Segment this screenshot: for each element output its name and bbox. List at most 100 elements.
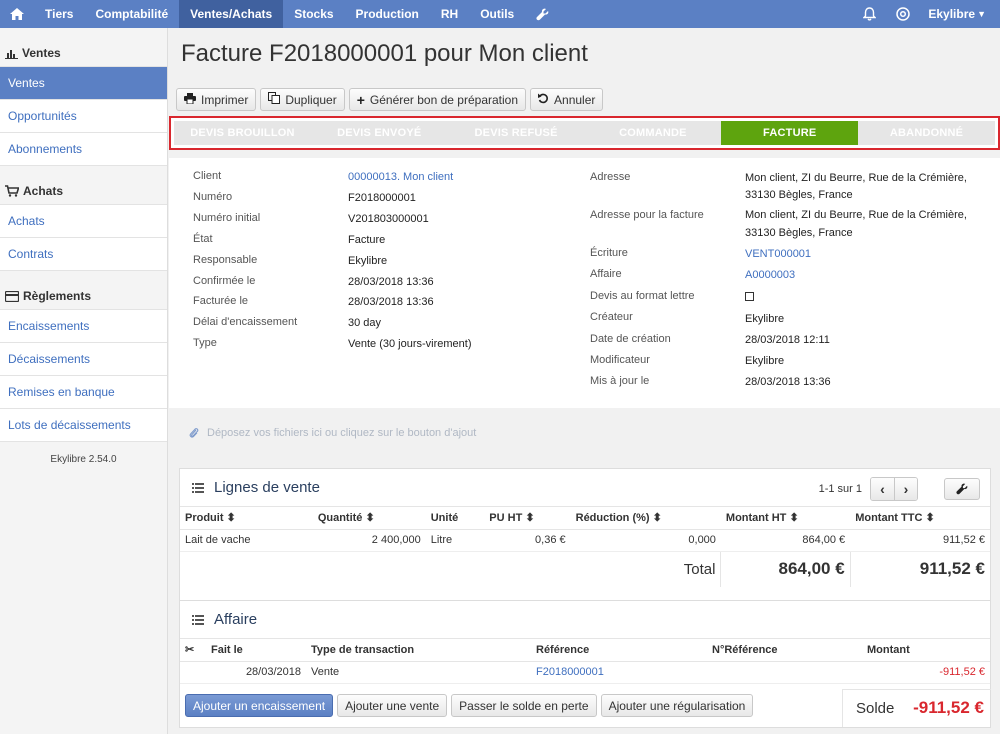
cell-reference[interactable]: F2018000001 (531, 661, 707, 684)
next-page-button[interactable]: › (894, 478, 917, 500)
toolbar: Imprimer Dupliquer + Générer bon de prép… (176, 88, 604, 111)
col-unite[interactable]: Unité (425, 507, 485, 530)
detail-value-adresse-facture-line1: Mon client, ZI du Beurre, Rue de la Crém… (745, 209, 967, 221)
affaire-title: Affaire (214, 611, 258, 628)
generate-preparation-button[interactable]: + Générer bon de préparation (348, 88, 527, 111)
cell-quantite: 2 400,000 (297, 529, 426, 552)
credit-card-icon (5, 290, 19, 302)
sidebar-item-achats[interactable]: Achats (0, 204, 167, 237)
nav-rh[interactable]: RH (430, 0, 469, 28)
cancel-button[interactable]: Annuler (530, 88, 604, 111)
cell-montant-ht: 864,00 € (720, 529, 851, 552)
client-link[interactable]: 00000013. Mon client (348, 171, 453, 183)
step-abandonne[interactable]: ABANDONNÉ (858, 121, 995, 145)
list-icon (192, 614, 204, 625)
undo-icon (538, 93, 549, 107)
affaire-link[interactable]: A0000003 (745, 269, 795, 281)
detail-label-numero: Numéro (193, 191, 233, 203)
step-commande[interactable]: COMMANDE (584, 121, 721, 145)
sidebar-item-decaissements[interactable]: Décaissements (0, 342, 167, 375)
sidebar-group-ventes: Ventes Opportunités Abonnements (0, 66, 167, 166)
col-montant-ttc[interactable]: Montant TTC ⬍ (850, 507, 990, 530)
user-menu[interactable]: Ekylibre ▼ (920, 0, 1000, 28)
detail-value-mis-a-jour: 28/03/2018 13:36 (745, 376, 831, 388)
col-pu-ht[interactable]: PU HT ⬍ (484, 507, 571, 530)
detail-label-ecriture: Écriture (590, 247, 628, 259)
sidebar-item-opportunites[interactable]: Opportunités (0, 99, 167, 132)
detail-value-responsable: Ekylibre (348, 255, 388, 267)
solde-perte-button[interactable]: Passer le solde en perte (451, 694, 597, 717)
sale-lines-table: Produit ⬍ Quantité ⬍ Unité PU HT ⬍ Réduc… (180, 507, 990, 587)
affaire-header: Affaire (180, 601, 990, 639)
step-devis-refuse[interactable]: DEVIS REFUSÉ (448, 121, 585, 145)
devis-format-lettre-checkbox[interactable] (745, 292, 754, 301)
file-dropzone[interactable]: Déposez vos fichiers ici ou cliquez sur … (169, 408, 1000, 458)
solde-value: -911,52 € (913, 698, 984, 717)
cart-icon (5, 185, 19, 197)
duplicate-button[interactable]: Dupliquer (260, 88, 345, 111)
sidebar-section-reglements: Règlements (0, 283, 167, 309)
user-name: Ekylibre (928, 7, 976, 21)
add-vente-button[interactable]: Ajouter une vente (337, 694, 448, 717)
detail-label-type: Type (193, 337, 217, 349)
bell-icon[interactable] (852, 0, 886, 28)
nav-production[interactable]: Production (345, 0, 430, 28)
detail-label-client: Client (193, 170, 222, 182)
cell-produit: Lait de vache (180, 529, 298, 552)
sidebar-item-remises-en-banque[interactable]: Remises en banque (0, 375, 167, 408)
col-montant: Montant (862, 639, 990, 662)
sidebar-section-title: Ventes (22, 46, 61, 60)
plus-icon: + (356, 91, 365, 108)
col-quantite[interactable]: Quantité ⬍ (297, 507, 426, 530)
step-devis-brouillon[interactable]: DEVIS BROUILLON (174, 121, 311, 145)
nav-outils[interactable]: Outils (469, 0, 525, 28)
ecriture-link[interactable]: VENT000001 (745, 248, 811, 260)
step-facture[interactable]: FACTURE (721, 121, 859, 145)
total-row: Total 864,00 € 911,52 € (180, 551, 990, 587)
step-devis-envoye[interactable]: DEVIS ENVOYÉ (311, 121, 448, 145)
detail-value-adresse-facture-line2: 33130 Bègles, France (745, 227, 853, 239)
sidebar-item-abonnements[interactable]: Abonnements (0, 132, 167, 165)
col-produit[interactable]: Produit ⬍ (180, 507, 298, 530)
table-settings-button[interactable] (944, 478, 980, 500)
sidebar-item-encaissements[interactable]: Encaissements (0, 309, 167, 342)
sale-lines-panel: Lignes de vente 1-1 sur 1 ‹ › Produit ⬍ … (179, 468, 991, 618)
reference-link[interactable]: F2018000001 (536, 666, 604, 678)
sidebar-item-contrats[interactable]: Contrats (0, 237, 167, 270)
detail-label-facturee: Facturée le (193, 295, 249, 307)
previous-page-button[interactable]: ‹ (871, 478, 894, 500)
detail-label-createur: Créateur (590, 311, 633, 323)
pager: 1-1 sur 1 ‹ › (819, 477, 980, 501)
help-globe-icon[interactable] (886, 0, 920, 28)
nav-ventes-achats[interactable]: Ventes/Achats (179, 0, 284, 28)
wrench-icon[interactable] (525, 0, 559, 28)
col-type-transaction: Type de transaction (306, 639, 531, 662)
nav-comptabilite[interactable]: Comptabilité (84, 0, 179, 28)
sidebar-item-lots-de-decaissements[interactable]: Lots de décaissements (0, 408, 167, 441)
pager-buttons: ‹ › (870, 477, 918, 501)
detail-label-affaire: Affaire (590, 268, 622, 280)
list-icon (192, 482, 204, 493)
cell-n-reference (707, 661, 862, 684)
nav-stocks[interactable]: Stocks (283, 0, 344, 28)
col-reduction[interactable]: Réduction (%) ⬍ (570, 507, 721, 530)
sidebar-section-title: Règlements (23, 289, 92, 303)
detail-value-etat: Facture (348, 234, 386, 246)
cell-unlink (180, 661, 206, 684)
chevron-left-icon: ‹ (880, 481, 885, 497)
nav-tiers[interactable]: Tiers (34, 0, 84, 28)
wrench-icon (956, 483, 968, 495)
cell-unite: Litre (425, 529, 485, 552)
copy-icon (268, 92, 281, 107)
add-regularisation-button[interactable]: Ajouter une régularisation (600, 694, 754, 717)
home-icon[interactable] (0, 0, 34, 28)
detail-label-responsable: Responsable (193, 254, 258, 266)
detail-label-modificateur: Modificateur (590, 354, 650, 366)
print-button[interactable]: Imprimer (176, 88, 257, 111)
add-encaissement-button[interactable]: Ajouter un encaissement (185, 694, 334, 717)
detail-label-mis-a-jour: Mis à jour le (590, 375, 650, 387)
table-row: 28/03/2018 Vente F2018000001 -911,52 € (180, 661, 990, 684)
duplicate-label: Dupliquer (285, 92, 337, 107)
col-montant-ht[interactable]: Montant HT ⬍ (720, 507, 851, 530)
sidebar-item-ventes[interactable]: Ventes (0, 66, 167, 99)
